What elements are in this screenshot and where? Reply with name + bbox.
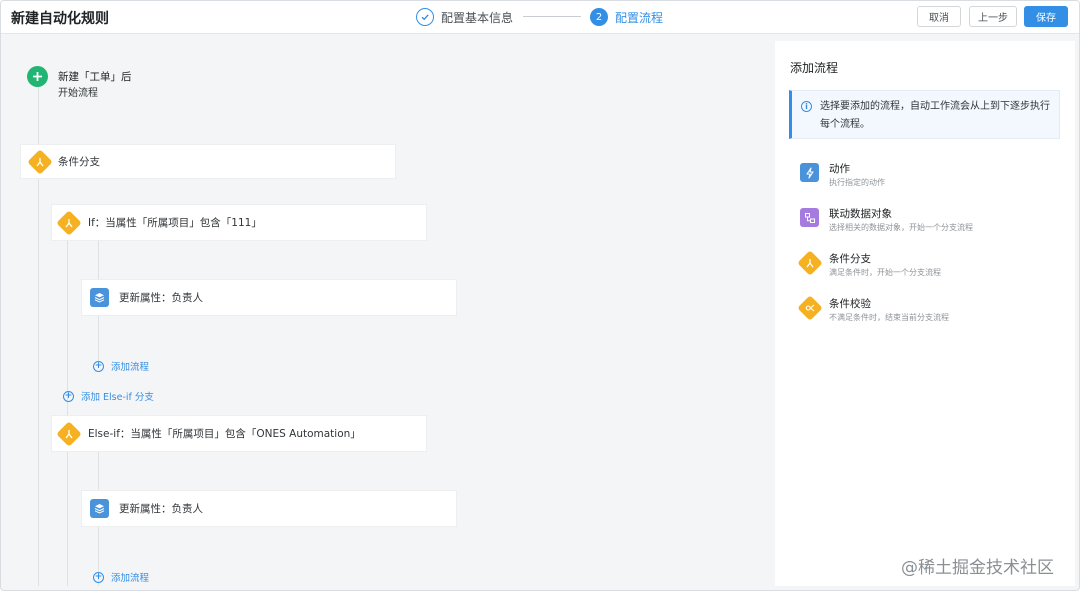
branch-icon bbox=[56, 420, 82, 447]
flow-option-desc: 不满足条件时，结束当前分支流程 bbox=[829, 313, 949, 322]
plus-circle-icon: + bbox=[93, 571, 104, 583]
branch-connector bbox=[67, 241, 68, 586]
step-connector bbox=[523, 16, 581, 17]
else-if-action-label: 更新属性：负责人 bbox=[119, 503, 203, 515]
flow-option-condition-check[interactable]: 条件校验 不满足条件时，结束当前分支流程 bbox=[796, 292, 1046, 326]
app-frame: 新建自动化规则 配置基本信息 2 配置流程 取消 上一步 保存 新建「工单」后 … bbox=[0, 0, 1080, 591]
condition-branch-node[interactable]: 条件分支 bbox=[20, 144, 396, 179]
trigger-node[interactable]: 新建「工单」后 开始流程 bbox=[27, 65, 227, 99]
if-condition-label: If：当属性「所属项目」包含「111」 bbox=[88, 217, 262, 229]
linked-data-icon bbox=[800, 208, 819, 227]
layers-icon bbox=[90, 499, 109, 518]
plus-circle-icon: + bbox=[93, 360, 104, 372]
flow-option-title: 动作 bbox=[829, 163, 850, 175]
add-else-if-link[interactable]: + 添加 Else-if 分支 bbox=[63, 389, 154, 403]
add-flow-link[interactable]: + 添加流程 bbox=[93, 570, 149, 584]
info-box: i 选择要添加的流程，自动工作流会从上到下逐步执行每个流程。 bbox=[789, 90, 1060, 139]
page-title: 新建自动化规则 bbox=[11, 11, 109, 27]
previous-step-button[interactable]: 上一步 bbox=[969, 6, 1017, 27]
save-button[interactable]: 保存 bbox=[1024, 6, 1068, 27]
header: 新建自动化规则 配置基本信息 2 配置流程 取消 上一步 保存 bbox=[1, 1, 1079, 34]
info-icon: i bbox=[801, 101, 812, 112]
flow-option-action[interactable]: 动作 执行指定的动作 bbox=[796, 157, 1046, 191]
if-action-node[interactable]: 更新属性：负责人 bbox=[81, 279, 457, 316]
add-flow-label: 添加流程 bbox=[111, 362, 150, 373]
else-if-condition-label: Else-if：当属性「所属项目」包含「ONES Automation」 bbox=[88, 428, 361, 440]
if-condition-node[interactable]: If：当属性「所属项目」包含「111」 bbox=[51, 204, 427, 241]
add-flow-link[interactable]: + 添加流程 bbox=[93, 359, 149, 373]
flow-option-linked-data[interactable]: 联动数据对象 选择相关的数据对象，开始一个分支流程 bbox=[796, 202, 1046, 236]
info-text: 选择要添加的流程，自动工作流会从上到下逐步执行每个流程。 bbox=[820, 101, 1050, 130]
plus-circle-icon: + bbox=[63, 390, 74, 402]
step-label: 配置流程 bbox=[615, 10, 664, 25]
flow-option-title: 联动数据对象 bbox=[829, 208, 892, 220]
panel-title: 添加流程 bbox=[790, 61, 839, 75]
flow-option-desc: 选择相关的数据对象，开始一个分支流程 bbox=[829, 223, 973, 232]
condition-check-icon bbox=[797, 295, 823, 321]
check-icon bbox=[416, 8, 434, 26]
branch-icon bbox=[56, 209, 82, 236]
flow-canvas[interactable]: 新建「工单」后 开始流程 条件分支 If：当属性「所属项目」包含「111」 更新… bbox=[5, 41, 773, 586]
flow-option-title: 条件分支 bbox=[829, 253, 871, 265]
trigger-title: 新建「工单」后 bbox=[58, 71, 132, 83]
branch-label: 条件分支 bbox=[58, 156, 100, 168]
plus-icon bbox=[27, 66, 48, 87]
step-label: 配置基本信息 bbox=[441, 10, 514, 25]
add-else-if-label: 添加 Else-if 分支 bbox=[81, 392, 154, 403]
cancel-button[interactable]: 取消 bbox=[917, 6, 961, 27]
watermark: @稀土掘金技术社区 bbox=[901, 558, 1054, 578]
step-configure-flow[interactable]: 2 配置流程 bbox=[590, 7, 663, 27]
else-if-action-node[interactable]: 更新属性：负责人 bbox=[81, 490, 457, 527]
lightning-icon bbox=[800, 163, 819, 182]
branch-icon bbox=[797, 250, 823, 276]
add-flow-label: 添加流程 bbox=[111, 573, 150, 584]
trigger-subtitle: 开始流程 bbox=[58, 88, 98, 99]
flow-option-desc: 执行指定的动作 bbox=[829, 178, 885, 187]
if-action-label: 更新属性：负责人 bbox=[119, 292, 203, 304]
step-number: 2 bbox=[590, 8, 608, 26]
add-flow-panel: 添加流程 i 选择要添加的流程，自动工作流会从上到下逐步执行每个流程。 动作 执… bbox=[775, 41, 1075, 586]
flow-option-title: 条件校验 bbox=[829, 298, 871, 310]
flow-option-desc: 满足条件时，开始一个分支流程 bbox=[829, 268, 941, 277]
step-basic-info[interactable]: 配置基本信息 bbox=[416, 7, 513, 27]
branch-icon bbox=[27, 148, 53, 175]
layers-icon bbox=[90, 288, 109, 307]
flow-option-condition-branch[interactable]: 条件分支 满足条件时，开始一个分支流程 bbox=[796, 247, 1046, 281]
else-if-condition-node[interactable]: Else-if：当属性「所属项目」包含「ONES Automation」 bbox=[51, 415, 427, 452]
